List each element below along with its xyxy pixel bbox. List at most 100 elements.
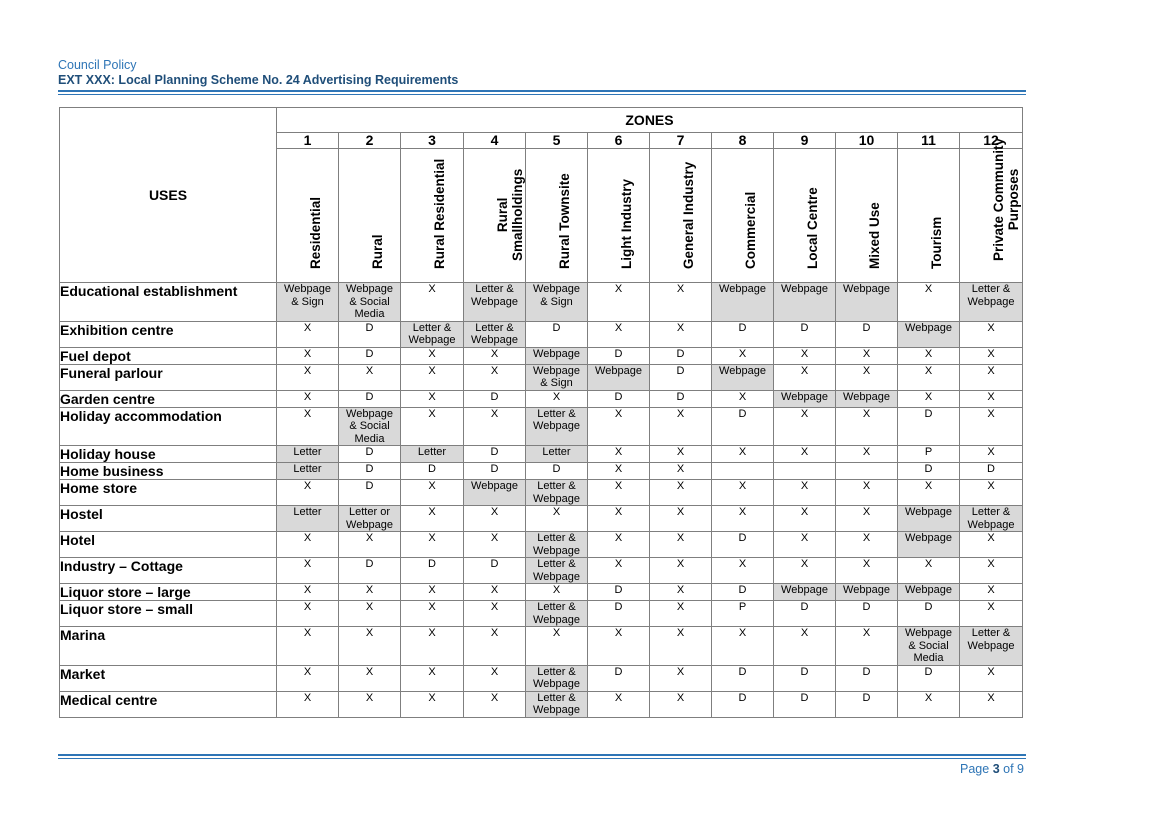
- requirement-cell: X: [587, 505, 650, 532]
- use-name: Home store: [59, 479, 277, 506]
- requirement-cell: D: [587, 664, 650, 692]
- requirement-cell: D: [400, 462, 464, 480]
- requirement-cell: X: [835, 346, 898, 365]
- requirement-cell: D: [773, 664, 836, 692]
- zone-number: 4: [463, 132, 526, 149]
- zone-name: Tourism: [897, 148, 960, 283]
- table-row: Hotel X X X X Letter & Webpage X X D X X Webpage X: [59, 531, 1023, 558]
- requirement-cell: X: [711, 346, 774, 365]
- requirement-cell: X: [276, 531, 339, 558]
- requirement-cell: X: [959, 479, 1023, 506]
- requirement-cell: X: [276, 690, 339, 718]
- requirement-cell: Letter & Webpage: [525, 664, 588, 692]
- requirement-cell: D: [897, 406, 960, 446]
- requirement-cell: X: [338, 600, 401, 627]
- requirement-cell: X: [276, 600, 339, 627]
- requirement-cell: X: [649, 690, 712, 718]
- table-row: Fuel depot X D X X Webpage D D X X X X X: [59, 346, 1023, 365]
- requirement-cell: Webpage: [587, 363, 650, 391]
- zone-number: 9: [773, 132, 836, 149]
- requirement-cell: D: [835, 690, 898, 718]
- zone-name: Rural Smallholdings: [463, 148, 526, 283]
- zone-number: 1: [276, 132, 339, 149]
- requirement-cell: D: [463, 445, 526, 463]
- requirement-cell: D: [587, 389, 650, 408]
- requirement-cell: X: [897, 389, 960, 408]
- zone-name: Commercial: [711, 148, 774, 283]
- requirement-cell: Letter & Webpage: [959, 282, 1023, 322]
- requirement-cell: D: [711, 664, 774, 692]
- table-row: Medical centre X X X X Letter & Webpage X X D D D X…: [59, 690, 1023, 718]
- requirement-cell: X: [773, 479, 836, 506]
- requirement-cell: X: [649, 531, 712, 558]
- requirement-cell: X: [525, 583, 588, 601]
- requirement-cell: Letter & Webpage: [525, 557, 588, 584]
- table-row: Educational establishment Webpage & Sign W…: [59, 282, 1023, 322]
- requirement-cell: X: [959, 600, 1023, 627]
- use-name: Home business: [59, 462, 277, 480]
- requirement-cell: Letter & Webpage: [400, 320, 464, 348]
- requirement-cell: Webpage: [711, 282, 774, 322]
- requirement-cell: X: [649, 600, 712, 627]
- requirement-cell: X: [276, 346, 339, 365]
- zone-name: Rural: [338, 148, 401, 283]
- requirement-cell: X: [711, 626, 774, 666]
- requirement-cell: [773, 462, 836, 480]
- policy-label: Council Policy: [58, 58, 137, 72]
- requirement-cell: X: [649, 557, 712, 584]
- requirement-cell: D: [338, 389, 401, 408]
- zone-number: 3: [400, 132, 464, 149]
- zone-number: 8: [711, 132, 774, 149]
- header-rule-thin: [58, 94, 1026, 95]
- requirement-cell: X: [338, 531, 401, 558]
- requirement-cell: X: [400, 626, 464, 666]
- requirement-cell: X: [649, 462, 712, 480]
- table-row: Liquor store – large X X X X X D X D Webpage Webpa…: [59, 583, 1023, 601]
- requirement-cell: Webpage: [835, 282, 898, 322]
- requirement-cell: X: [959, 389, 1023, 408]
- header-rule: [58, 90, 1026, 92]
- requirement-cell: D: [463, 462, 526, 480]
- requirement-cell: D: [338, 557, 401, 584]
- zone-number: 11: [897, 132, 960, 149]
- requirement-cell: X: [400, 282, 464, 322]
- requirement-cell: X: [773, 505, 836, 532]
- requirement-cell: X: [400, 600, 464, 627]
- requirement-cell: X: [587, 479, 650, 506]
- zone-name: Residential: [276, 148, 339, 283]
- table-row: Market X X X X Letter & Webpage D X D D D D X: [59, 664, 1023, 692]
- requirement-cell: X: [835, 557, 898, 584]
- requirement-cell: X: [276, 363, 339, 391]
- requirement-cell: X: [400, 583, 464, 601]
- requirement-cell: X: [338, 363, 401, 391]
- requirement-cell: X: [276, 557, 339, 584]
- requirement-cell: X: [338, 583, 401, 601]
- requirement-cell: Webpage & Sign: [276, 282, 339, 322]
- document-title: EXT XXX: Local Planning Scheme No. 24 Ad…: [58, 73, 459, 87]
- requirement-cell: X: [276, 479, 339, 506]
- requirement-cell: Webpage: [897, 320, 960, 348]
- zone-name: General Industry: [649, 148, 712, 283]
- requirement-cell: X: [400, 505, 464, 532]
- requirement-cell: X: [897, 363, 960, 391]
- requirement-cell: X: [711, 445, 774, 463]
- zones-header: ZONES: [276, 107, 1023, 133]
- requirement-cell: X: [649, 479, 712, 506]
- requirement-cell: X: [897, 479, 960, 506]
- requirement-cell: X: [835, 363, 898, 391]
- table-row: Liquor store – small X X X X Letter & Webpage…: [59, 600, 1023, 627]
- footer-rule: [58, 754, 1026, 756]
- requirement-cell: X: [587, 626, 650, 666]
- requirement-cell: X: [959, 320, 1023, 348]
- requirement-cell: X: [711, 505, 774, 532]
- advertising-requirements-table: USES ZONES 1 2 3 4 5 6 7 8 9 10 11 12 Residential Ru…: [59, 107, 1023, 718]
- requirement-cell: X: [276, 320, 339, 348]
- requirement-cell: D: [835, 320, 898, 348]
- requirement-cell: Letter & Webpage: [959, 626, 1023, 666]
- requirement-cell: X: [463, 664, 526, 692]
- requirement-cell: X: [959, 664, 1023, 692]
- requirement-cell: X: [649, 583, 712, 601]
- requirement-cell: X: [400, 531, 464, 558]
- table-row: Holiday house Letter D Letter D Letter X X X X X P X: [59, 445, 1023, 463]
- requirement-cell: X: [587, 557, 650, 584]
